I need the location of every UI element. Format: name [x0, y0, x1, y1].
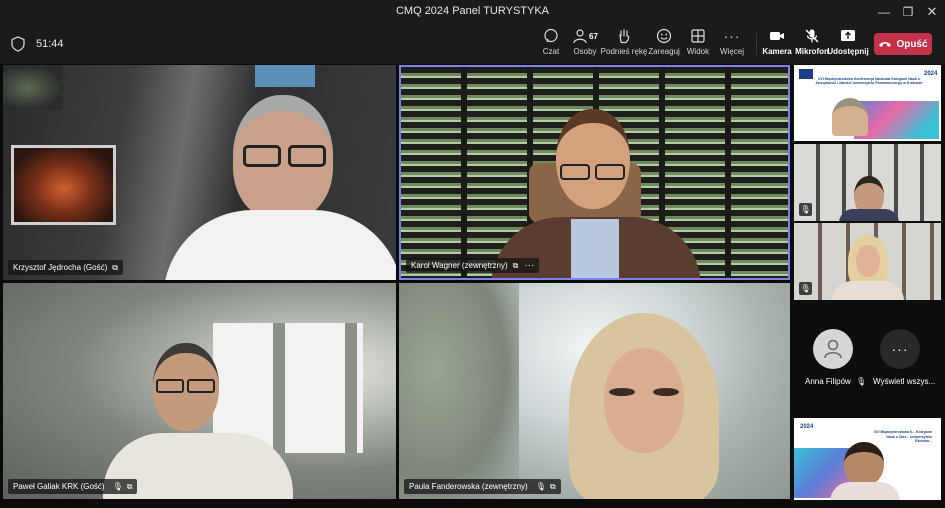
- person-thumb-1: [832, 98, 868, 136]
- mic-label: Mikrofon: [795, 47, 829, 56]
- raise-hand-label: Podnieś rękę: [600, 47, 648, 56]
- person-krzysztof: [163, 95, 396, 280]
- people-icon: [573, 29, 587, 44]
- blue-picture: [255, 65, 315, 87]
- person-thumb-self: [844, 442, 884, 486]
- video-tile-karol[interactable]: Karol Wagner (zewnętrzny) ⧉ ···: [399, 65, 790, 280]
- screen-share-icon: ⧉: [126, 481, 133, 491]
- leave-button[interactable]: Opuść: [874, 33, 932, 55]
- video-tile-krzysztof[interactable]: Krzysztof Jędrocha (Gość) ⧉: [3, 65, 396, 280]
- mic-button[interactable]: Mikrofon: [795, 27, 829, 61]
- share-label: Udostępnij: [827, 47, 869, 56]
- meeting-timer: 51:44: [36, 38, 64, 50]
- name-label-karol: Karol Wagner (zewnętrzny) ⧉ ···: [406, 258, 540, 273]
- mic-off-icon: [804, 27, 820, 45]
- hand-icon: [616, 27, 632, 45]
- slide-year-2: 2024: [800, 424, 814, 430]
- thumbnail-slide-1[interactable]: 2024 XVI Międzynarodowa Konferencja Nauk…: [794, 65, 941, 141]
- close-icon[interactable]: ✕: [917, 0, 945, 24]
- share-button[interactable]: Udostępnij: [827, 27, 869, 61]
- video-tile-pawel[interactable]: Paweł Galiak KRK (Gość) 🎙 ⧉: [3, 283, 396, 499]
- view-button[interactable]: Widok: [686, 27, 710, 61]
- name-label-pawel: Paweł Galiak KRK (Gość) 🎙 ⧉: [8, 479, 138, 494]
- more-icon: ···: [723, 28, 741, 44]
- mic-off-icon: 🎙: [856, 377, 867, 386]
- slide-logo: [799, 69, 813, 79]
- slide-year: 2024: [924, 71, 938, 77]
- slide-title: XVI Międzynarodowa Konferencja Naukowa K…: [815, 77, 923, 85]
- people-label: Osoby: [573, 47, 597, 56]
- mic-off-icon: 🎙: [799, 203, 812, 216]
- thumbnail-participant-3[interactable]: 🎙: [794, 223, 941, 300]
- more-button[interactable]: ··· Więcej: [720, 27, 744, 61]
- more-label: Więcej: [720, 47, 745, 56]
- camera-button[interactable]: Kamera: [762, 27, 792, 61]
- share-icon: [840, 27, 856, 45]
- person-thumb-self-body: [830, 482, 900, 500]
- raise-hand-button[interactable]: Podnieś rękę: [601, 27, 647, 61]
- react-button[interactable]: Zareaguj: [648, 27, 680, 61]
- show-all-button[interactable]: ···: [880, 329, 920, 369]
- show-all-label: Wyświetl wszys...: [873, 377, 936, 386]
- toolbar-divider: [756, 33, 757, 55]
- person-icon: [824, 339, 842, 359]
- meeting-toolbar: 51:44 Czat 67 Osoby Podnieś rękę Zareagu…: [0, 24, 945, 64]
- camera-label: Kamera: [762, 47, 792, 56]
- participant-sidebar: 2024 XVI Międzynarodowa Konferencja Nauk…: [791, 64, 945, 508]
- avatar-anna[interactable]: [813, 329, 853, 369]
- leave-label: Opuść: [896, 38, 928, 50]
- person-karol: [491, 109, 701, 278]
- person-thumb-3-body: [832, 281, 904, 300]
- chat-icon: [543, 27, 559, 45]
- chat-label: Czat: [542, 47, 560, 56]
- thumbnail-participant-2[interactable]: 🎙: [794, 144, 941, 221]
- shelf-plant: [3, 65, 63, 110]
- hangup-icon: [879, 42, 892, 47]
- person-paula: [549, 313, 739, 499]
- title-bar: CMQ 2024 Panel TURYSTYKA — ❐ ✕: [0, 0, 945, 24]
- name-label-krzysztof: Krzysztof Jędrocha (Gość) ⧉: [8, 260, 123, 275]
- mic-off-icon: 🎙: [112, 482, 123, 491]
- screen-share-icon: ⧉: [512, 260, 519, 270]
- mic-off-icon: 🎙: [799, 282, 812, 295]
- camera-icon: [769, 27, 785, 45]
- more-icon: ···: [891, 341, 909, 357]
- video-tile-paula[interactable]: Paula Fanderowska (zewnętrzny) 🎙 ⧉: [399, 283, 790, 499]
- react-label: Zareaguj: [648, 47, 680, 56]
- slide-title-2: XVI Międzynarodowa K... Kolegium Nauk o …: [873, 430, 932, 443]
- view-label: Widok: [686, 47, 710, 56]
- chat-button[interactable]: Czat: [537, 27, 565, 61]
- screen-share-icon: ⧉: [549, 481, 556, 491]
- people-count: 67: [589, 31, 598, 41]
- fireplace: [11, 145, 116, 225]
- window-title: CMQ 2024 Panel TURYSTYKA: [395, 5, 550, 17]
- grid-icon: [690, 27, 706, 45]
- shield-icon: [11, 36, 25, 52]
- person-pawel: [103, 343, 303, 499]
- mic-off-icon: 🎙: [535, 482, 546, 491]
- people-button[interactable]: 67 Osoby: [570, 27, 600, 61]
- more-options-icon[interactable]: ···: [524, 260, 534, 271]
- person-thumb-2-body: [839, 209, 899, 221]
- screen-share-icon: ⧉: [112, 262, 118, 272]
- person-thumb-3-face: [856, 245, 880, 277]
- anna-name-label: Anna Filipów 🎙: [805, 377, 867, 386]
- blurred-plant: [399, 283, 519, 499]
- thumbnail-self-view[interactable]: 2024 XVI Międzynarodowa K... Kolegium Na…: [794, 418, 941, 500]
- name-label-paula: Paula Fanderowska (zewnętrzny) 🎙 ⧉: [404, 479, 561, 494]
- smiley-icon: [656, 27, 672, 45]
